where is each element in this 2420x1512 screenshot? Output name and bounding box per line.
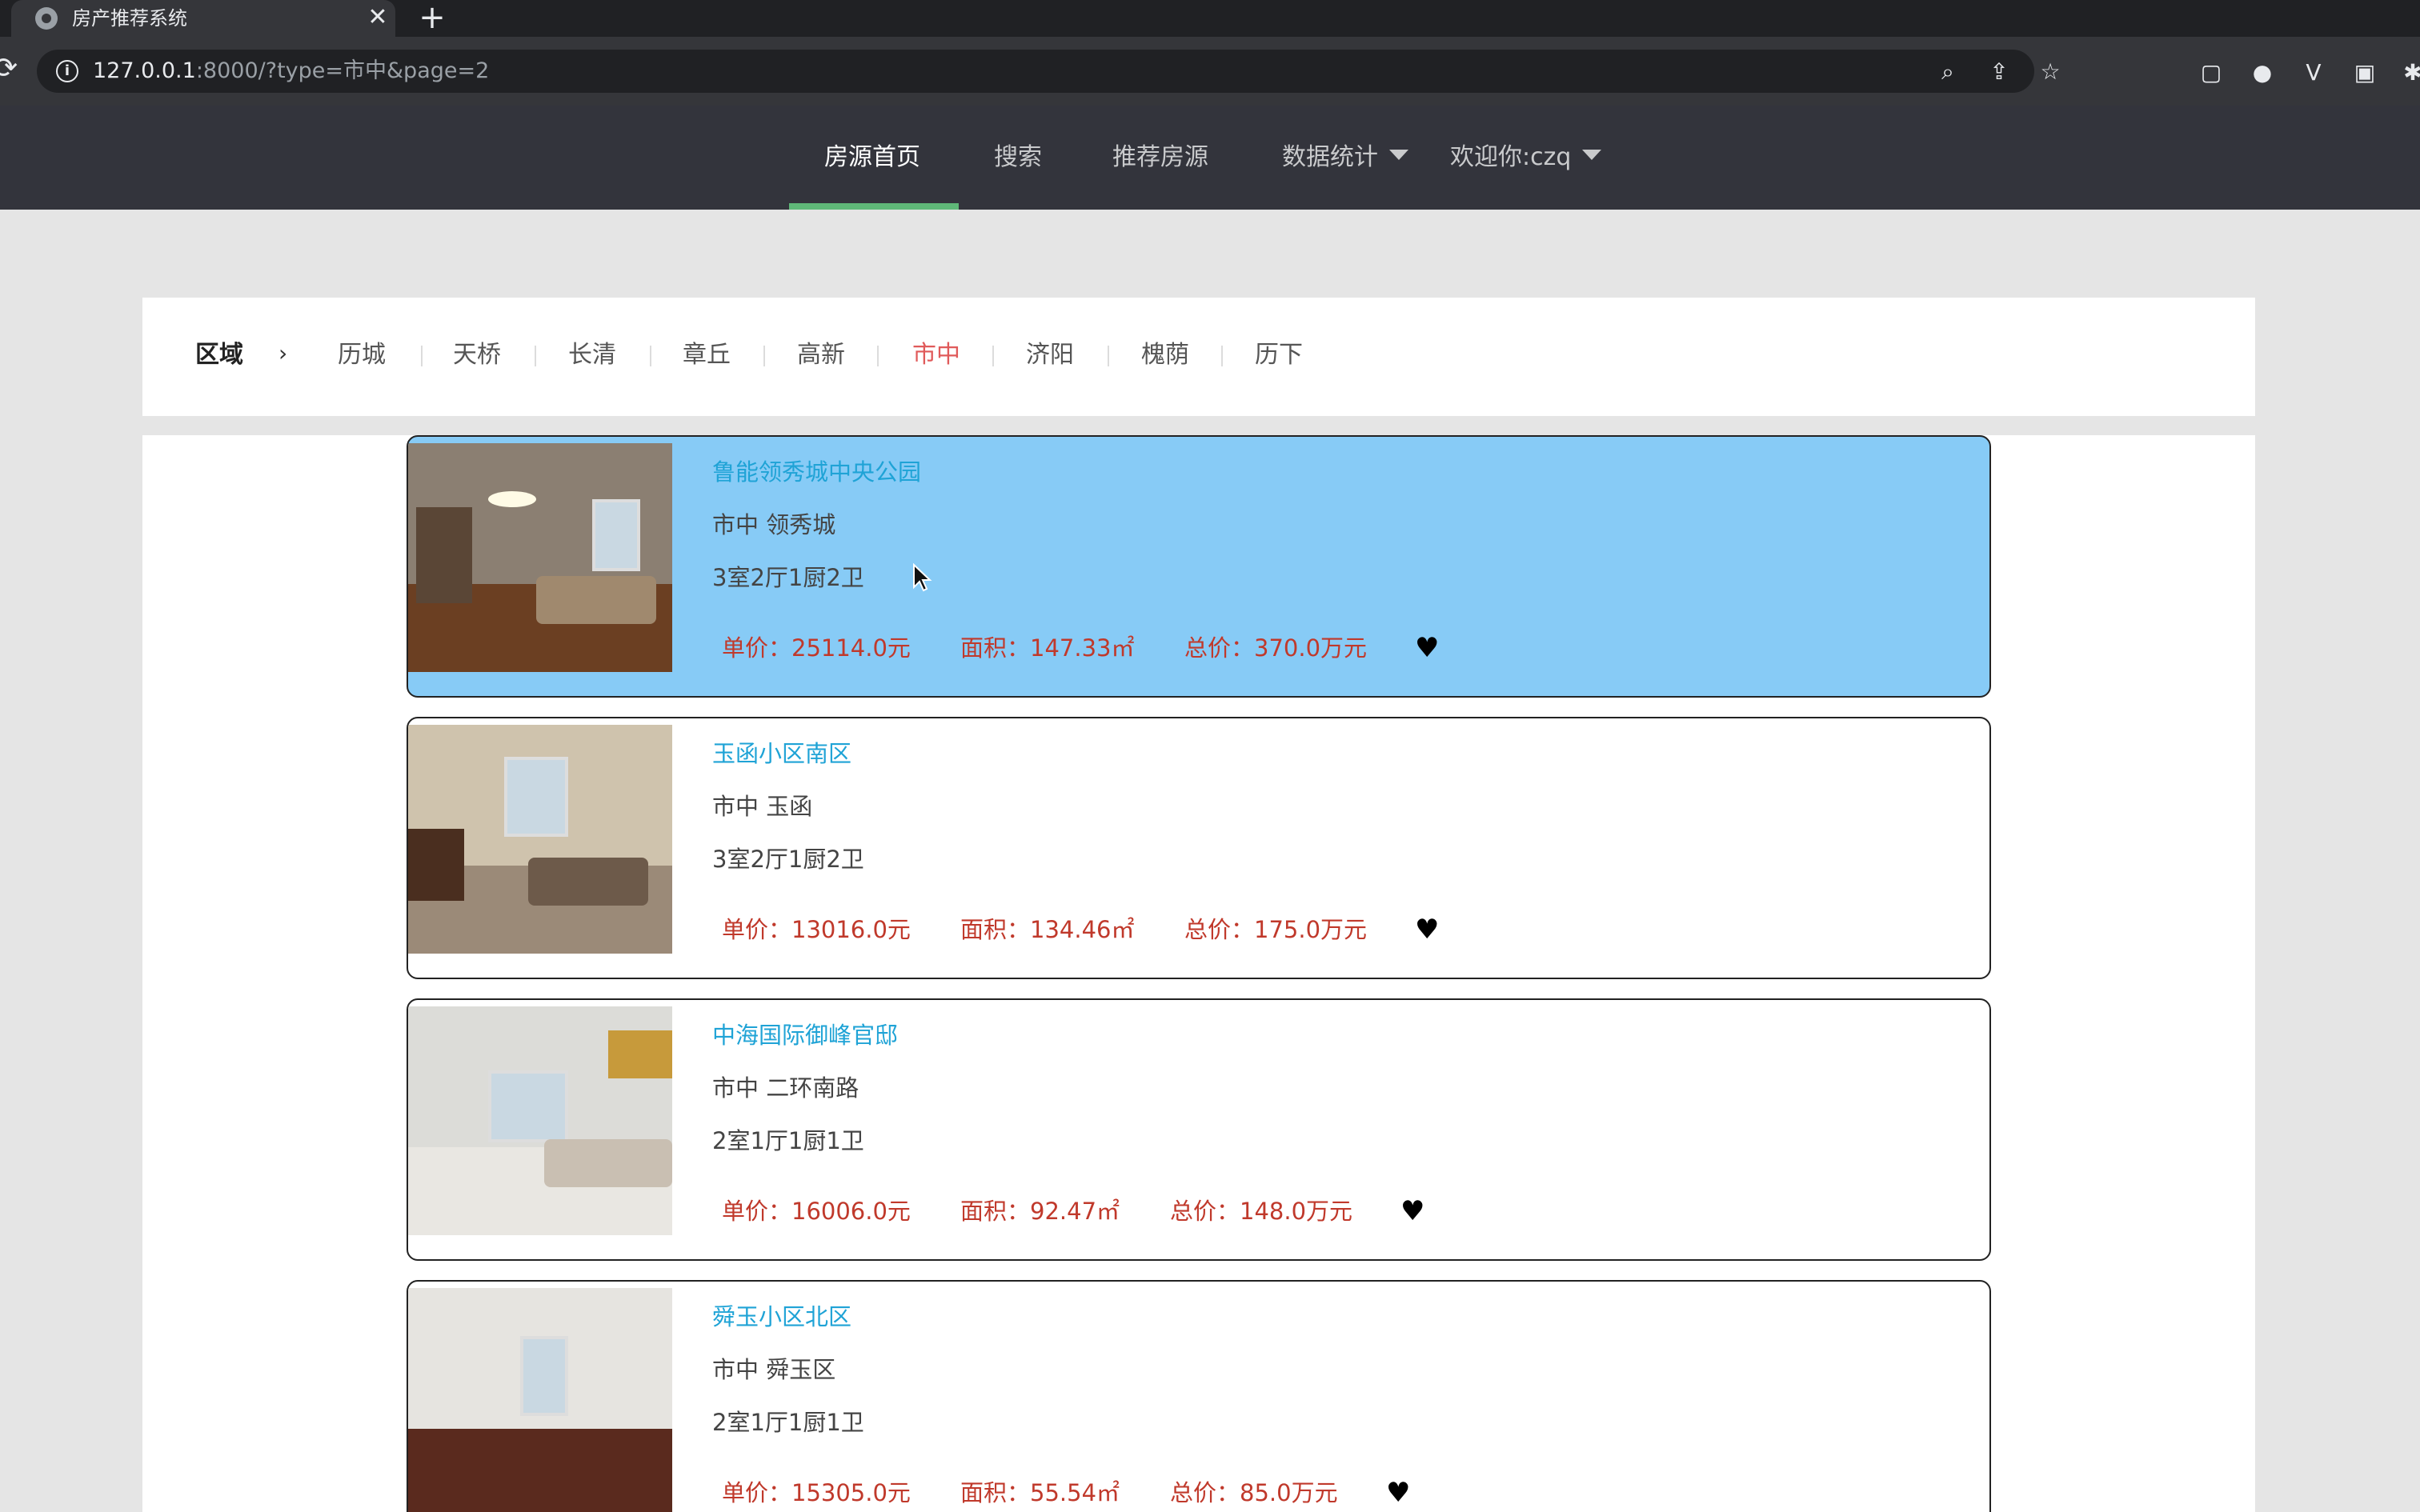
share-icon[interactable]: ⇪ xyxy=(1986,59,2012,85)
region-filter: 区域 › 历城 天桥 长清 章丘 高新 市中 济阳 槐荫 历下 xyxy=(142,298,2255,416)
listing-card[interactable]: 中海国际御峰官邸 市中 二环南路 2室1厅1厨1卫 单价：16006.0元 面积… xyxy=(407,998,1991,1261)
listing-layout: 2室1厅1厨1卫 xyxy=(712,1409,864,1436)
region-lixia[interactable]: 历下 xyxy=(1255,339,1303,371)
listing-title[interactable]: 玉函小区南区 xyxy=(712,738,851,770)
region-jiyang[interactable]: 济阳 xyxy=(1026,339,1074,371)
dropdown-caret-icon xyxy=(1389,150,1408,160)
nav-search[interactable]: 搜索 xyxy=(994,106,1042,210)
region-gaoxin[interactable]: 高新 xyxy=(797,339,845,371)
listing-card[interactable]: 玉函小区南区 市中 玉函 3室2厅1厨2卫 单价：13016.0元 面积：134… xyxy=(407,717,1991,979)
total-price: 总价：370.0万元 xyxy=(1184,634,1368,662)
listing-location: 市中 玉函 xyxy=(712,793,813,820)
nav-home[interactable]: 房源首页 xyxy=(824,106,920,210)
divider xyxy=(650,346,651,366)
heart-icon[interactable]: ♥ xyxy=(1415,632,1439,664)
listing-photo[interactable] xyxy=(408,1288,672,1512)
chevron-right-icon: › xyxy=(278,340,288,366)
heart-icon[interactable]: ♥ xyxy=(1415,914,1439,946)
site-navbar: 房源首页 搜索 推荐房源 数据统计 欢迎你:czq xyxy=(0,106,2420,210)
unit-price: 单价：13016.0元 xyxy=(722,916,911,943)
reload-icon[interactable]: ⟳ xyxy=(0,53,26,85)
unit-price: 单价：15305.0元 xyxy=(722,1479,911,1506)
total-price: 总价：148.0万元 xyxy=(1170,1198,1353,1225)
new-tab-button[interactable]: + xyxy=(416,2,448,34)
bookmark-star-icon[interactable]: ☆ xyxy=(2037,59,2063,85)
close-tab-icon[interactable]: ✕ xyxy=(363,3,392,32)
url-text[interactable]: 127.0.0.1:8000/?type=市中&page=2 xyxy=(93,58,489,85)
reader-extension-icon[interactable]: ▢ xyxy=(2198,59,2225,86)
tab-title: 房产推荐系统 xyxy=(72,7,187,30)
divider xyxy=(421,346,423,366)
listing-location: 市中 舜玉区 xyxy=(712,1356,836,1383)
listing-title[interactable]: 舜玉小区北区 xyxy=(712,1301,851,1333)
mouse-cursor-icon xyxy=(913,563,932,592)
region-licheng[interactable]: 历城 xyxy=(338,339,386,371)
dropdown-caret-icon xyxy=(1582,150,1602,160)
extension-square-icon[interactable]: ▣ xyxy=(2351,59,2378,86)
region-changqing[interactable]: 长清 xyxy=(568,339,616,371)
listing-layout: 3室2厅1厨2卫 xyxy=(712,564,864,591)
listing-photo[interactable] xyxy=(408,443,672,672)
area: 面积：147.33㎡ xyxy=(960,634,1135,662)
browser-tab[interactable]: 房产推荐系统 ✕ xyxy=(11,0,395,37)
divider xyxy=(535,346,536,366)
divider xyxy=(763,346,765,366)
listing-title[interactable]: 中海国际御峰官邸 xyxy=(712,1019,898,1051)
region-filter-label: 区域 xyxy=(195,341,243,369)
listing-photo[interactable] xyxy=(408,1006,672,1235)
region-huaiyin[interactable]: 槐荫 xyxy=(1141,339,1189,371)
total-price: 总价：175.0万元 xyxy=(1184,916,1368,943)
region-shizhong[interactable]: 市中 xyxy=(912,339,960,371)
region-tianqiao[interactable]: 天桥 xyxy=(453,339,501,371)
listing-photo[interactable] xyxy=(408,725,672,954)
listing-card[interactable]: 舜玉小区北区 市中 舜玉区 2室1厅1厨1卫 单价：15305.0元 面积：55… xyxy=(407,1280,1991,1512)
active-nav-indicator xyxy=(789,203,959,210)
browser-toolbar: ⟳ i 127.0.0.1:8000/?type=市中&page=2 ⌕ ⇪ ☆… xyxy=(0,37,2420,106)
extensions-puzzle-icon[interactable]: ✱ xyxy=(2399,59,2420,86)
listing-card[interactable]: 鲁能领秀城中央公园 市中 领秀城 3室2厅1厨2卫 单价：25114.0元 面积… xyxy=(407,435,1991,698)
unit-price: 单价：16006.0元 xyxy=(722,1198,911,1225)
divider xyxy=(1221,346,1223,366)
region-zhangqiu[interactable]: 章丘 xyxy=(683,339,731,371)
nav-user-menu[interactable]: 欢迎你:czq xyxy=(1450,106,1602,210)
listing-location: 市中 二环南路 xyxy=(712,1074,859,1102)
listing-title[interactable]: 鲁能领秀城中央公园 xyxy=(712,456,921,488)
listing-layout: 2室1厅1厨1卫 xyxy=(712,1127,864,1154)
extension-v-icon[interactable]: V xyxy=(2300,59,2327,86)
divider xyxy=(1108,346,1109,366)
area: 面积：92.47㎡ xyxy=(960,1198,1120,1225)
listing-layout: 3室2厅1厨2卫 xyxy=(712,846,864,873)
info-icon[interactable]: i xyxy=(56,60,78,82)
divider xyxy=(992,346,994,366)
unit-price: 单价：25114.0元 xyxy=(722,634,911,662)
browser-tab-strip: 房产推荐系统 ✕ + xyxy=(0,0,2420,37)
heart-icon[interactable]: ♥ xyxy=(1386,1477,1410,1509)
globe-icon xyxy=(35,7,58,30)
listing-list: 鲁能领秀城中央公园 市中 领秀城 3室2厅1厨2卫 单价：25114.0元 面积… xyxy=(142,435,2255,1512)
area: 面积：55.54㎡ xyxy=(960,1479,1120,1506)
nav-recommend[interactable]: 推荐房源 xyxy=(1112,106,1208,210)
divider xyxy=(877,346,879,366)
total-price: 总价：85.0万元 xyxy=(1170,1479,1338,1506)
extension-circle-icon[interactable]: ● xyxy=(2249,59,2276,86)
listing-location: 市中 领秀城 xyxy=(712,511,836,538)
zoom-icon[interactable]: ⌕ xyxy=(1935,59,1961,85)
area: 面积：134.46㎡ xyxy=(960,916,1135,943)
address-bar[interactable]: i 127.0.0.1:8000/?type=市中&page=2 ⌕ ⇪ ☆ xyxy=(37,50,2061,93)
nav-statistics[interactable]: 数据统计 xyxy=(1282,106,1408,210)
heart-icon[interactable]: ♥ xyxy=(1400,1195,1424,1227)
